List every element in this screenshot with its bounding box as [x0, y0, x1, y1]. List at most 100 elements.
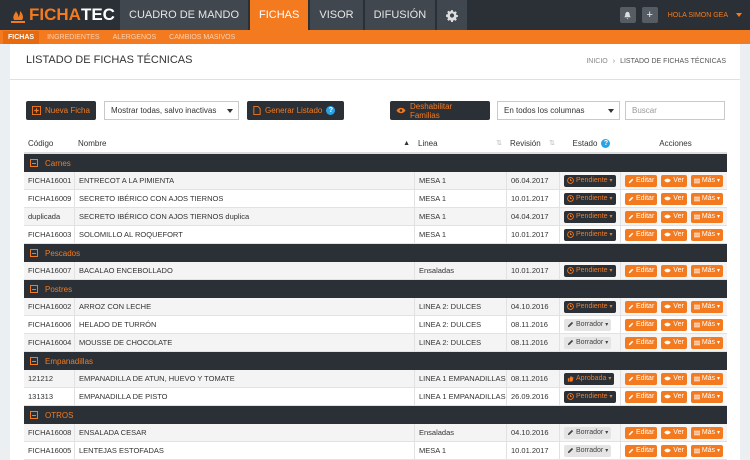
status-badge[interactable]: Aprobada ▾ — [564, 372, 615, 385]
nav-item-difusión[interactable]: DIFUSIÓN — [364, 0, 436, 30]
table-row[interactable]: 131313 EMPANADILLA DE PISTO LINEA 1 EMPANA… — [24, 388, 727, 406]
status-badge[interactable]: Pendiente ▾ — [564, 390, 616, 403]
view-button[interactable]: Ver — [661, 444, 687, 457]
disable-families-button[interactable]: Deshabilitar Familias — [390, 101, 490, 120]
table-row[interactable]: duplicada SECRETO IBÉRICO CON AJOS TIERNO… — [24, 208, 727, 226]
more-button[interactable]: Más ▾ — [690, 390, 724, 403]
user-menu-label[interactable]: HOLA SIMON GEA — [668, 12, 728, 19]
status-badge[interactable]: Pendiente ▾ — [564, 300, 616, 313]
status-badge[interactable]: Pendiente ▾ — [564, 228, 616, 241]
status-badge[interactable]: Pendiente ▾ — [564, 174, 616, 187]
sort-icon: ⇅ — [549, 140, 555, 147]
bell-icon[interactable] — [619, 7, 636, 23]
subnav-item-cambios-masivos[interactable]: CAMBIOS MASIVOS — [169, 34, 235, 41]
edit-button[interactable]: Editar — [625, 372, 658, 385]
edit-button[interactable]: Editar — [625, 336, 658, 349]
subnav-item-ingredientes[interactable]: INGREDIENTES — [47, 34, 100, 41]
view-button[interactable]: Ver — [661, 192, 687, 205]
view-button[interactable]: Ver — [661, 300, 687, 313]
col-code[interactable]: Código — [24, 139, 74, 148]
status-badge[interactable]: Pendiente ▾ — [564, 210, 616, 223]
table-row[interactable]: FICHA16001 ENTRECOT A LA PIMIENTA MESA 1 06… — [24, 172, 727, 190]
generate-list-button[interactable]: Generar Listado ? — [247, 101, 344, 120]
more-button[interactable]: Más ▾ — [690, 228, 724, 241]
cell-line: MESA 1 — [414, 208, 506, 225]
more-button[interactable]: Más ▾ — [690, 372, 724, 385]
chevron-down-icon[interactable] — [736, 13, 742, 17]
more-button[interactable]: Más ▾ — [690, 300, 724, 313]
table-row[interactable]: FICHA16009 SECRETO IBÉRICO CON AJOS TIERN… — [24, 190, 727, 208]
new-ficha-button[interactable]: Nueva Ficha — [26, 101, 96, 120]
status-badge[interactable]: Borrador ▾ — [564, 426, 612, 439]
edit-button[interactable]: Editar — [625, 300, 658, 313]
edit-button[interactable]: Editar — [625, 444, 658, 457]
group-header[interactable]: Carnes — [24, 154, 727, 172]
view-button[interactable]: Ver — [661, 390, 687, 403]
col-revision[interactable]: Revisión ⇅ — [506, 134, 559, 152]
edit-button[interactable]: Editar — [625, 264, 658, 277]
group-header[interactable]: Postres — [24, 280, 727, 298]
more-button[interactable]: Más ▾ — [690, 336, 724, 349]
view-button[interactable]: Ver — [661, 426, 687, 439]
view-button[interactable]: Ver — [661, 174, 687, 187]
columns-select[interactable]: En todos los columnas — [497, 101, 620, 120]
status-badge[interactable]: Borrador ▾ — [564, 336, 612, 349]
col-name[interactable]: Nombre ▲ — [74, 134, 414, 152]
edit-button[interactable]: Editar — [625, 426, 658, 439]
edit-button[interactable]: Editar — [625, 228, 658, 241]
table-row[interactable]: FICHA16004 MOUSSE DE CHOCOLATE LINEA 2: DU… — [24, 334, 727, 352]
subnav-item-fichas[interactable]: FICHAS — [3, 30, 40, 44]
view-button[interactable]: Ver — [661, 210, 687, 223]
edit-button[interactable]: Editar — [625, 192, 658, 205]
more-button[interactable]: Más ▾ — [690, 426, 724, 439]
view-button[interactable]: Ver — [661, 228, 687, 241]
list-icon — [693, 214, 700, 219]
more-button[interactable]: Más ▾ — [690, 264, 724, 277]
status-badge[interactable]: Pendiente ▾ — [564, 264, 616, 277]
nav-item-cuadro-de-mando[interactable]: CUADRO DE MANDO — [120, 0, 249, 30]
group-header[interactable]: Pescados — [24, 244, 727, 262]
view-button[interactable]: Ver — [661, 264, 687, 277]
view-button[interactable]: Ver — [661, 318, 687, 331]
edit-button[interactable]: Editar — [625, 390, 658, 403]
app-logo[interactable]: FICHATEC — [8, 5, 115, 25]
table-row[interactable]: FICHA16002 ARROZ CON LECHE LINEA 2: DULCES… — [24, 298, 727, 316]
status-badge[interactable]: Pendiente ▾ — [564, 192, 616, 205]
cell-actions: Editar Ver Más ▾ — [620, 172, 727, 189]
edit-button[interactable]: Editar — [625, 318, 658, 331]
more-button[interactable]: Más ▾ — [690, 318, 724, 331]
col-line[interactable]: Linea ⇅ — [414, 134, 506, 152]
help-icon[interactable]: ? — [601, 138, 611, 148]
subnav-item-alergenos[interactable]: ALERGENOS — [113, 34, 157, 41]
clock-icon — [567, 177, 574, 184]
gear-icon[interactable] — [437, 0, 468, 30]
table-row[interactable]: FICHA16005 LENTEJAS ESTOFADAS MESA 1 10.01.… — [24, 442, 727, 460]
status-badge[interactable]: Borrador ▾ — [564, 318, 612, 331]
nav-item-fichas[interactable]: FICHAS — [250, 0, 309, 30]
table-row[interactable]: 121212 EMPANADILLA DE ATUN, HUEVO Y TOMAT… — [24, 370, 727, 388]
view-button[interactable]: Ver — [661, 372, 687, 385]
nav-item-visor[interactable]: VISOR — [310, 0, 363, 30]
help-icon[interactable]: ? — [326, 106, 336, 115]
view-button[interactable]: Ver — [661, 336, 687, 349]
table-row[interactable]: FICHA16007 BACALAO ENCEBOLLADO Ensaladas 10… — [24, 262, 727, 280]
more-button[interactable]: Más ▾ — [690, 174, 724, 187]
breadcrumb-home[interactable]: INICIO — [586, 58, 607, 65]
col-status[interactable]: Estado? — [559, 134, 620, 152]
group-header[interactable]: Empanadillas — [24, 352, 727, 370]
more-button[interactable]: Más ▾ — [690, 444, 724, 457]
table-row[interactable]: FICHA16008 ENSALADA CESAR Ensaladas 04.10.2… — [24, 424, 727, 442]
more-button[interactable]: Más ▾ — [690, 210, 724, 223]
status-badge[interactable]: Borrador ▾ — [564, 444, 612, 457]
group-header[interactable]: OTROS — [24, 406, 727, 424]
search-input[interactable] — [625, 101, 725, 120]
table-row[interactable]: FICHA16006 HELADO DE TURRÓN LINEA 2: DULCE… — [24, 316, 727, 334]
clock-icon — [567, 231, 574, 238]
plus-icon[interactable]: + — [641, 7, 658, 23]
table-body: Carnes FICHA16001 ENTRECOT A LA PIMIENTA ME… — [24, 154, 727, 460]
more-button[interactable]: Más ▾ — [690, 192, 724, 205]
table-row[interactable]: FICHA16003 SOLOMILLO AL ROQUEFORT MESA 1 10… — [24, 226, 727, 244]
edit-button[interactable]: Editar — [625, 210, 658, 223]
edit-button[interactable]: Editar — [625, 174, 658, 187]
filter-select[interactable]: Mostrar todas, salvo inactivas — [104, 101, 239, 120]
